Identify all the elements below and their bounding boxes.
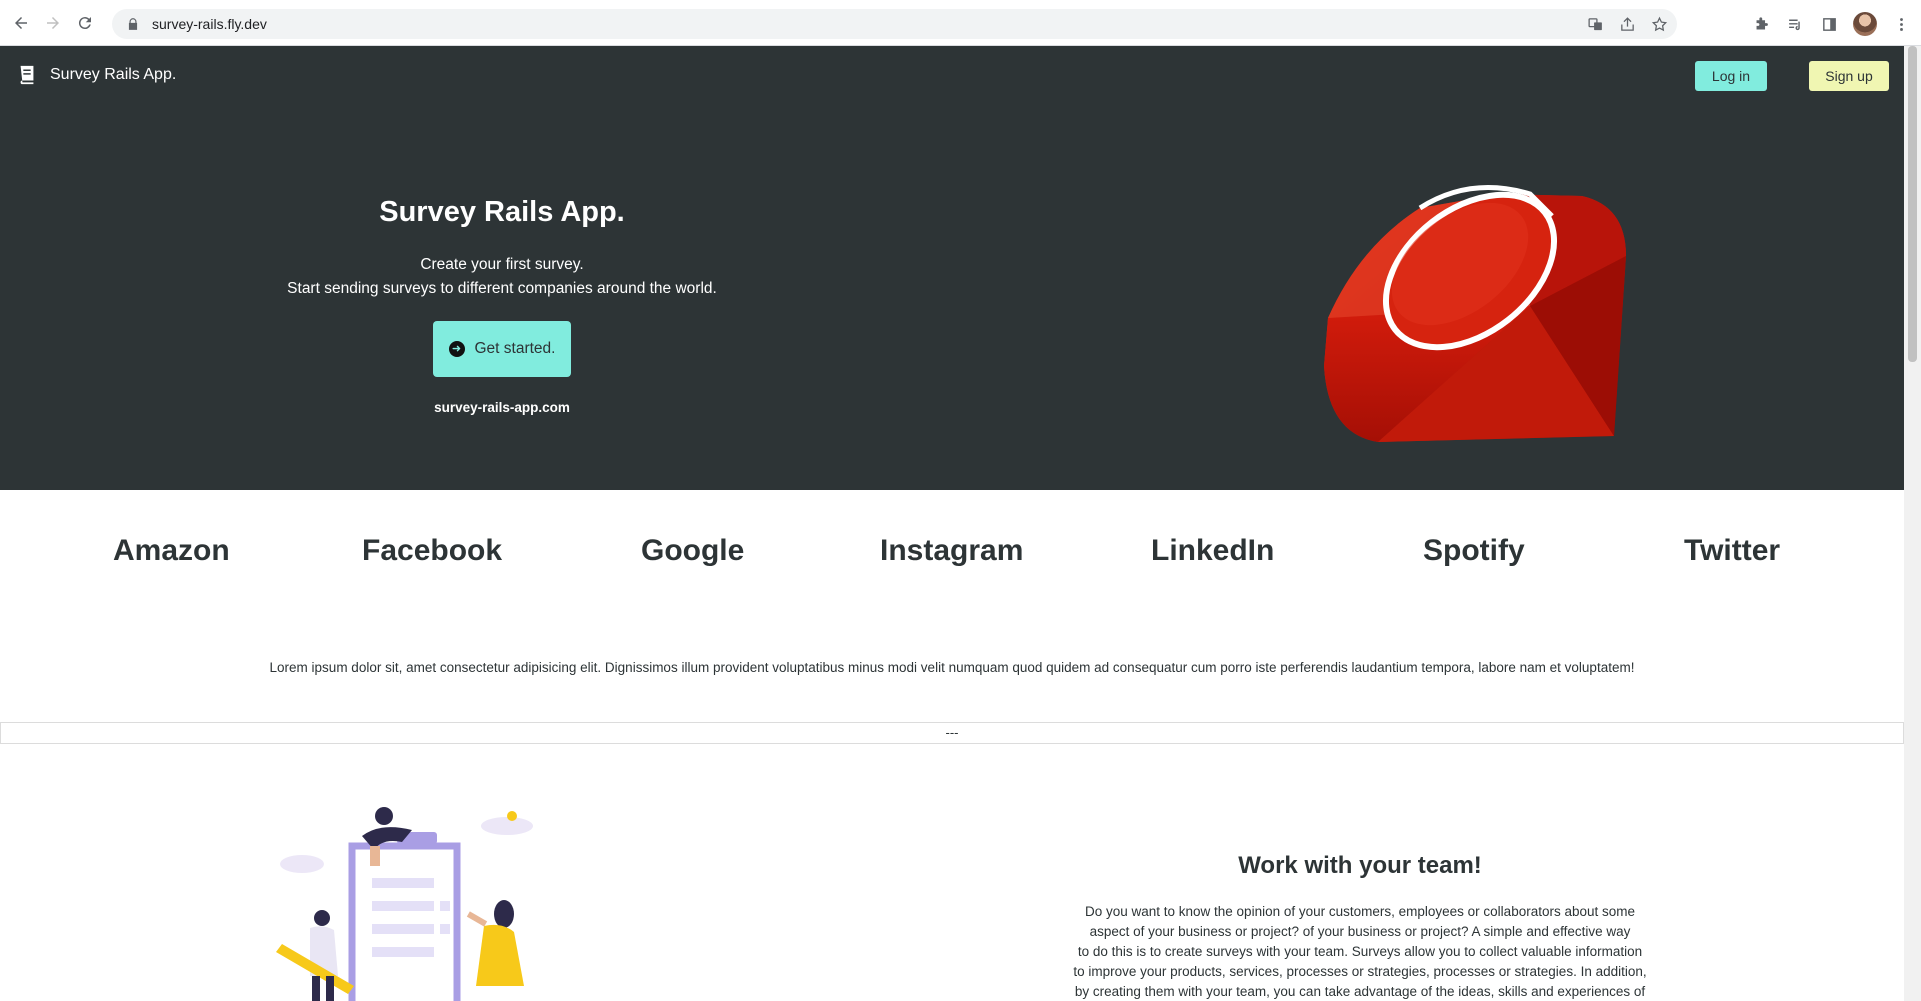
scrollbar-thumb[interactable] bbox=[1908, 46, 1917, 362]
team-line: aspect of your business or project? of y… bbox=[1089, 924, 1631, 939]
media-queue-icon[interactable] bbox=[1785, 14, 1805, 34]
back-icon[interactable] bbox=[10, 12, 32, 34]
companies-row: Amazon Facebook Google Instagram LinkedI… bbox=[0, 534, 1904, 594]
login-button[interactable]: Log in bbox=[1695, 61, 1767, 91]
arrow-right-circle-icon: ➜ bbox=[448, 341, 465, 357]
get-started-label: Get started. bbox=[474, 340, 556, 357]
company-linkedin: LinkedIn bbox=[1151, 534, 1275, 567]
company-spotify: Spotify bbox=[1423, 534, 1525, 567]
company-twitter: Twitter bbox=[1684, 534, 1781, 567]
team-survey-illustration bbox=[276, 807, 533, 1001]
hero-subtitle-line2: Start sending surveys to different compa… bbox=[287, 280, 717, 297]
browser-toolbar: survey-rails.fly.dev bbox=[0, 0, 1921, 46]
lock-icon bbox=[126, 17, 140, 31]
company-amazon: Amazon bbox=[113, 534, 230, 567]
brand-link[interactable]: Survey Rails App. bbox=[16, 64, 176, 86]
team-line: to improve your products, services, proc… bbox=[1073, 964, 1647, 979]
signup-button[interactable]: Sign up bbox=[1809, 61, 1889, 91]
hero-text: Survey Rails App. Create your first surv… bbox=[252, 196, 752, 415]
navbar: Survey Rails App. Log in Sign up bbox=[0, 46, 1904, 102]
team-line: Do you want to know the opinion of your … bbox=[1084, 904, 1636, 919]
extensions-icon[interactable] bbox=[1751, 14, 1771, 34]
lorem-paragraph: Lorem ipsum dolor sit, amet consectetur … bbox=[269, 660, 1635, 675]
translate-icon[interactable] bbox=[1585, 14, 1605, 34]
reload-icon[interactable] bbox=[74, 12, 96, 34]
address-bar[interactable]: survey-rails.fly.dev bbox=[112, 9, 1677, 39]
team-line: to do this is to create surveys with you… bbox=[1077, 944, 1643, 959]
get-started-button[interactable]: ➜ Get started. bbox=[432, 321, 572, 377]
ruby-gem-image bbox=[1324, 185, 1626, 442]
page-content: Survey Rails App. Log in Sign up Survey … bbox=[0, 46, 1904, 1001]
company-google: Google bbox=[641, 534, 745, 567]
url-text: survey-rails.fly.dev bbox=[152, 16, 267, 32]
hero-section: Survey Rails App. Log in Sign up Survey … bbox=[0, 46, 1904, 490]
company-instagram: Instagram bbox=[880, 534, 1024, 567]
team-paragraph: Do you want to know the opinion of your … bbox=[1060, 902, 1660, 1001]
forward-icon[interactable] bbox=[42, 12, 64, 34]
hero-site-link[interactable]: survey-rails-app.com bbox=[252, 400, 752, 415]
team-line: by creating them with your team, you can… bbox=[1074, 984, 1646, 999]
brand-text: Survey Rails App. bbox=[50, 66, 177, 83]
share-icon[interactable] bbox=[1617, 14, 1637, 34]
menu-dots-icon[interactable] bbox=[1891, 14, 1911, 34]
bookmark-star-icon[interactable] bbox=[1649, 14, 1669, 34]
company-facebook: Facebook bbox=[362, 534, 503, 567]
page-scrollbar[interactable] bbox=[1904, 46, 1921, 1001]
profile-avatar[interactable] bbox=[1853, 12, 1877, 36]
hero-subtitle-line1: Create your first survey. bbox=[420, 256, 584, 273]
section-divider: --- bbox=[0, 722, 1904, 744]
team-title: Work with your team! bbox=[1238, 852, 1482, 879]
side-panel-icon[interactable] bbox=[1819, 14, 1839, 34]
book-icon bbox=[20, 65, 34, 85]
hero-title: Survey Rails App. bbox=[379, 196, 625, 228]
